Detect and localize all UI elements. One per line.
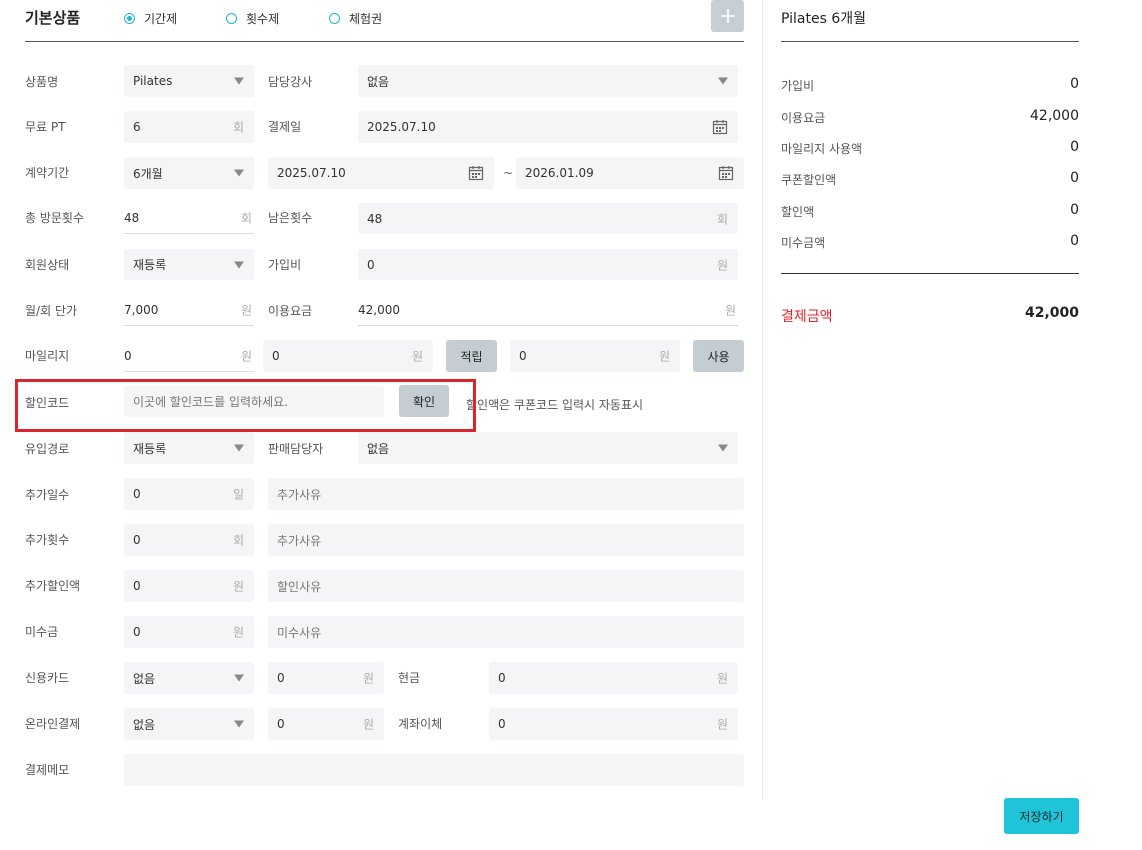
label-remaining: 남은횟수 — [268, 211, 313, 225]
mileage-use-input[interactable]: 0원 — [510, 340, 680, 372]
online-pay-select[interactable]: 없음 — [124, 708, 254, 740]
header-divider — [25, 41, 744, 42]
mileage-balance: 0원 — [124, 340, 254, 372]
radio-label: 횟수제 — [246, 12, 280, 26]
label-join-fee: 가입비 — [268, 258, 302, 272]
label-credit-card: 신용카드 — [25, 671, 70, 685]
chevron-down-icon — [234, 444, 244, 452]
product-name-select[interactable]: Pilates — [124, 65, 254, 97]
instructor-select[interactable]: 없음 — [358, 65, 738, 97]
sales-manager-select[interactable]: 없음 — [358, 432, 738, 464]
summary-row-unpaid: 미수금액 0 — [781, 233, 1079, 250]
extra-days-reason-input[interactable]: 추가사유 — [268, 478, 744, 510]
extra-discount-reason-input[interactable]: 할인사유 — [268, 570, 744, 602]
label-contract: 계약기간 — [25, 166, 70, 180]
section-title: 기본상품 — [25, 9, 81, 27]
label-inflow: 유입경로 — [25, 442, 70, 456]
summary-total-label: 결제금액 — [781, 309, 833, 325]
mileage-use-button[interactable]: 사용 — [693, 340, 744, 372]
label-cash: 현금 — [398, 671, 421, 685]
extra-count-reason-input[interactable]: 추가사유 — [268, 524, 744, 556]
memo-input[interactable] — [124, 754, 744, 786]
summary-row-join-fee: 가입비 0 — [781, 76, 1079, 93]
label-unit-price: 월/회 단가 — [25, 304, 78, 318]
unit-price-input[interactable]: 7,000 원 — [124, 295, 254, 326]
chevron-down-icon — [234, 261, 244, 268]
usage-fee-input[interactable]: 42,000 원 — [358, 295, 738, 326]
credit-card-select[interactable]: 없음 — [124, 662, 254, 694]
chevron-down-icon — [234, 77, 244, 85]
highlight-box — [15, 379, 476, 432]
summary-total-value: 42,000 — [1024, 305, 1079, 321]
credit-card-amount-input[interactable]: 0원 — [268, 662, 384, 694]
pay-date-input[interactable]: 2025.07.10 — [358, 111, 738, 143]
add-product-button[interactable] — [711, 0, 744, 32]
radio-label: 기간제 — [144, 12, 178, 26]
chevron-down-icon — [234, 169, 244, 177]
summary-title: Pilates 6개월 — [781, 11, 867, 27]
plus-icon — [720, 9, 735, 23]
calendar-icon[interactable] — [718, 165, 734, 181]
discount-code-note: 할인액은 쿠폰코드 입력시 자동표시 — [466, 398, 644, 412]
calendar-icon[interactable] — [712, 119, 728, 135]
free-pt-input[interactable]: 6회 — [124, 111, 254, 143]
summary-row-mileage-used: 마일리지 사용액 0 — [781, 139, 1079, 156]
unpaid-input[interactable]: 0원 — [124, 616, 254, 648]
label-product-name: 상품명 — [25, 75, 59, 89]
mileage-earn-button[interactable]: 적립 — [446, 340, 497, 372]
total-visits-input[interactable]: 48 회 — [124, 203, 254, 234]
radio-checked-icon — [124, 13, 135, 24]
label-instructor: 담당강사 — [268, 75, 313, 89]
date-range-separator: ~ — [503, 166, 514, 180]
label-unpaid: 미수금 — [25, 625, 59, 639]
chevron-down-icon — [718, 444, 728, 452]
radio-count[interactable]: 횟수제 — [226, 10, 279, 27]
label-transfer: 계좌이체 — [398, 717, 443, 731]
contract-select[interactable]: 6개월 — [124, 157, 254, 189]
label-extra-days: 추가일수 — [25, 488, 70, 502]
label-online-pay: 온라인결제 — [25, 717, 81, 731]
transfer-input[interactable]: 0원 — [489, 708, 738, 740]
label-memo: 결제메모 — [25, 763, 70, 777]
summary-row-usage-fee: 이용요금 42,000 — [781, 108, 1079, 125]
label-total-visits: 총 방문횟수 — [25, 211, 85, 225]
calendar-icon[interactable] — [468, 165, 484, 181]
label-extra-count: 추가횟수 — [25, 533, 70, 547]
chevron-down-icon — [718, 77, 728, 85]
extra-discount-input[interactable]: 0원 — [124, 570, 254, 602]
unpaid-reason-input[interactable]: 미수사유 — [268, 616, 744, 648]
extra-days-input[interactable]: 0일 — [124, 478, 254, 510]
chevron-down-icon — [234, 674, 244, 682]
radio-period[interactable]: 기간제 — [124, 10, 177, 27]
contract-start-input[interactable]: 2025.07.10 — [268, 157, 494, 189]
chevron-down-icon — [234, 720, 244, 728]
label-extra-discount: 추가할인액 — [25, 579, 81, 593]
label-member-status: 회원상태 — [25, 258, 70, 272]
summary-top-divider — [781, 41, 1079, 42]
summary-bottom-divider — [781, 273, 1079, 274]
label-pay-date: 결제일 — [268, 120, 302, 134]
radio-unchecked-icon — [329, 13, 340, 24]
label-sales-manager: 판매담당자 — [268, 442, 324, 456]
mileage-earn-input[interactable]: 0원 — [263, 340, 433, 372]
summary-row-coupon-discount: 쿠폰할인액 0 — [781, 170, 1079, 187]
radio-trial[interactable]: 체험권 — [329, 10, 382, 27]
extra-count-input[interactable]: 0회 — [124, 524, 254, 556]
online-pay-amount-input[interactable]: 0원 — [268, 708, 384, 740]
label-mileage: 마일리지 — [25, 349, 70, 363]
contract-end-input[interactable]: 2026.01.09 — [516, 157, 744, 189]
remaining-input[interactable]: 48 회 — [358, 203, 738, 234]
cash-input[interactable]: 0원 — [489, 662, 738, 694]
panel-divider — [762, 0, 763, 800]
save-button[interactable]: 저장하기 — [1004, 798, 1079, 834]
radio-unchecked-icon — [226, 13, 237, 24]
inflow-select[interactable]: 재등록 — [124, 432, 254, 464]
radio-label: 체험권 — [349, 12, 383, 26]
member-status-select[interactable]: 재등록 — [124, 249, 254, 280]
summary-row-discount: 할인액 0 — [781, 202, 1079, 219]
label-free-pt: 무료 PT — [25, 120, 66, 134]
join-fee-input[interactable]: 0원 — [358, 249, 738, 280]
label-usage-fee: 이용요금 — [268, 304, 313, 318]
